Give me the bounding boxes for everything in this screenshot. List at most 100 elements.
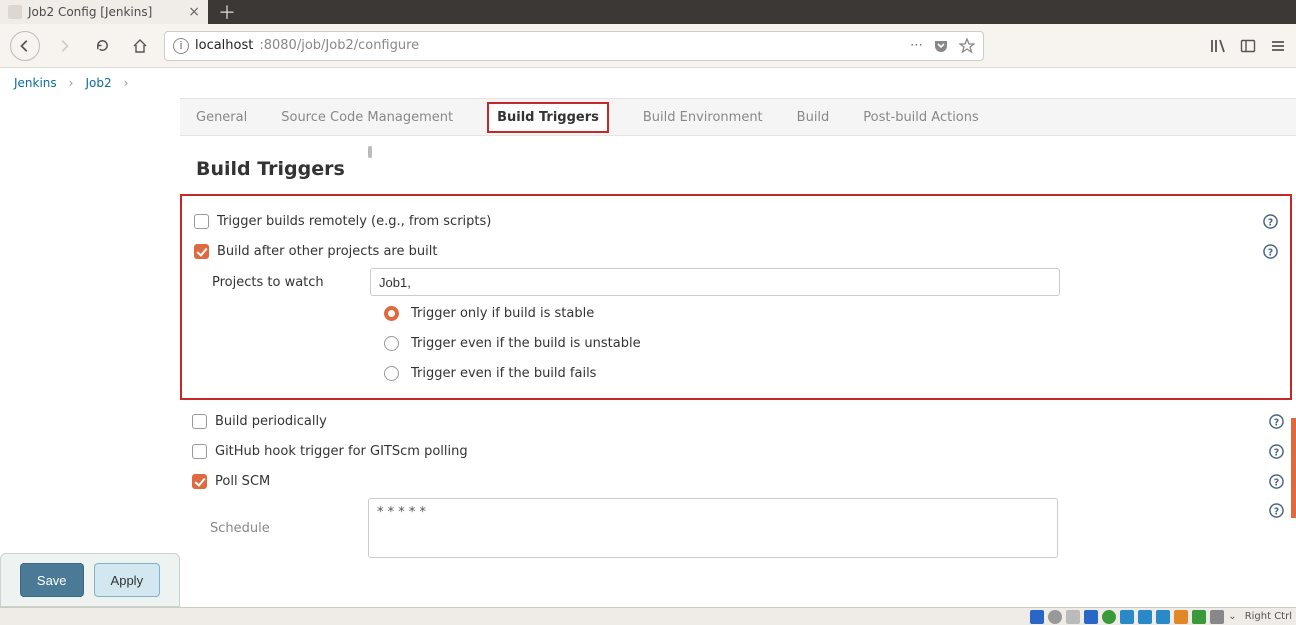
projects-to-watch-input[interactable] [370, 268, 1060, 296]
help-icon[interactable]: ? [1262, 213, 1278, 229]
menu-icon[interactable] [1270, 38, 1286, 54]
breadcrumb-job[interactable]: Job2 [85, 76, 111, 90]
vm-usb-icon [1120, 610, 1134, 624]
sidebars-icon[interactable] [1240, 38, 1256, 54]
trigger-after-projects-row: Build after other projects are built ? [194, 236, 1278, 266]
trigger-poll-scm-checkbox[interactable] [192, 474, 207, 489]
scrollbar-indicator[interactable] [1291, 418, 1296, 518]
favicon-icon [8, 5, 22, 19]
breadcrumb: Jenkins › Job2 › [0, 68, 1296, 98]
url-host: localhost [195, 38, 253, 53]
config-tabs: General Source Code Management Build Tri… [180, 98, 1296, 136]
pocket-icon[interactable] [933, 38, 949, 54]
schedule-label: Schedule [210, 521, 360, 536]
vm-cpu-icon [1192, 610, 1206, 624]
browser-right-actions [1210, 38, 1286, 54]
svg-text:?: ? [1273, 417, 1278, 428]
tab-scm[interactable]: Source Code Management [281, 110, 453, 125]
library-icon[interactable] [1210, 38, 1226, 54]
svg-text:?: ? [1273, 506, 1278, 517]
tab-title: Job2 Config [Jenkins] [28, 5, 152, 19]
chevron-right-icon: › [124, 76, 129, 90]
radio-fails-label: Trigger even if the build fails [411, 366, 596, 381]
trigger-github-hook-checkbox[interactable] [192, 444, 207, 459]
svg-text:?: ? [1267, 217, 1272, 228]
home-button[interactable] [126, 32, 154, 60]
action-bar: Save Apply [0, 553, 180, 607]
trigger-condition-stable-row: Trigger only if build is stable [384, 298, 1278, 328]
vm-shared-folder-icon [1138, 610, 1152, 624]
radio-unstable[interactable] [384, 336, 399, 351]
config-content: General Source Code Management Build Tri… [180, 98, 1296, 607]
url-bar[interactable]: i localhost :8080/job/Job2/configure ⋯ [164, 31, 984, 61]
trigger-remote-checkbox[interactable] [194, 214, 209, 229]
trigger-periodic-row: Build periodically ? [192, 406, 1284, 436]
trigger-poll-scm-row: Poll SCM ? [192, 466, 1284, 496]
tab-general[interactable]: General [196, 110, 247, 125]
close-tab-icon[interactable]: × [188, 4, 200, 20]
radio-stable[interactable] [384, 306, 399, 321]
arrow-left-icon [18, 39, 32, 53]
trigger-periodic-label: Build periodically [215, 414, 327, 429]
vm-statusbar: ⌄ Right Ctrl [0, 607, 1296, 625]
reload-icon [95, 38, 110, 53]
radio-stable-label: Trigger only if build is stable [411, 306, 594, 321]
vm-recording-icon [1174, 610, 1188, 624]
svg-text:?: ? [1273, 477, 1278, 488]
svg-text:?: ? [1273, 447, 1278, 458]
tab-post-build[interactable]: Post-build Actions [863, 110, 978, 125]
help-icon[interactable]: ? [1268, 443, 1284, 459]
window-titlebar: Job2 Config [Jenkins] × ＋ [0, 0, 1296, 24]
arrow-right-icon [57, 39, 71, 53]
projects-to-watch-label: Projects to watch [212, 275, 362, 290]
schedule-input[interactable] [368, 498, 1058, 558]
vm-display-icon [1156, 610, 1170, 624]
forward-button [50, 32, 78, 60]
trigger-remote-label: Trigger builds remotely (e.g., from scri… [217, 214, 491, 229]
help-icon[interactable]: ? [1268, 502, 1284, 518]
help-icon[interactable]: ? [1268, 413, 1284, 429]
apply-button[interactable]: Apply [94, 563, 161, 597]
vm-network-icon [1102, 610, 1116, 624]
help-icon[interactable]: ? [1262, 243, 1278, 259]
vm-mouse-icon [1210, 610, 1224, 624]
section-scroll-handle[interactable] [368, 146, 372, 158]
help-icon[interactable]: ? [1268, 473, 1284, 489]
trigger-condition-unstable-row: Trigger even if the build is unstable [384, 328, 1278, 358]
browser-toolbar: i localhost :8080/job/Job2/configure ⋯ [0, 24, 1296, 68]
save-button[interactable]: Save [20, 563, 84, 597]
reload-button[interactable] [88, 32, 116, 60]
tab-build-environment[interactable]: Build Environment [643, 110, 763, 125]
more-icon[interactable]: ⋯ [910, 38, 923, 53]
schedule-row: Schedule ? [210, 496, 1284, 560]
radio-fails[interactable] [384, 366, 399, 381]
trigger-after-projects-checkbox[interactable] [194, 244, 209, 259]
chevron-right-icon: › [69, 76, 74, 90]
trigger-poll-scm-label: Poll SCM [215, 474, 270, 489]
trigger-condition-fails-row: Trigger even if the build fails [384, 358, 1278, 388]
new-tab-button[interactable]: ＋ [208, 0, 246, 25]
tab-build-triggers[interactable]: Build Triggers [487, 102, 609, 133]
projects-to-watch-row: Projects to watch [212, 266, 1278, 298]
browser-tab[interactable]: Job2 Config [Jenkins] × [0, 0, 208, 24]
trigger-github-hook-row: GitHub hook trigger for GITScm polling ? [192, 436, 1284, 466]
highlighted-trigger-area: Trigger builds remotely (e.g., from scri… [180, 194, 1292, 400]
vm-hostkey-icon: ⌄ [1228, 611, 1236, 622]
home-icon [132, 38, 148, 54]
tab-build[interactable]: Build [797, 110, 830, 125]
url-path: :8080/job/Job2/configure [259, 38, 419, 53]
section-title: Build Triggers [196, 158, 1296, 180]
back-button[interactable] [10, 31, 40, 61]
breadcrumb-jenkins[interactable]: Jenkins [14, 76, 57, 90]
trigger-after-projects-label: Build after other projects are built [217, 244, 437, 259]
vm-hdd-icon [1030, 610, 1044, 624]
site-info-icon[interactable]: i [173, 38, 189, 54]
vm-audio-icon [1084, 610, 1098, 624]
trigger-remote-row: Trigger builds remotely (e.g., from scri… [194, 206, 1278, 236]
trigger-periodic-checkbox[interactable] [192, 414, 207, 429]
bookmark-star-icon[interactable] [959, 38, 975, 54]
vm-optical-icon [1048, 610, 1062, 624]
trigger-github-hook-label: GitHub hook trigger for GITScm polling [215, 444, 468, 459]
radio-unstable-label: Trigger even if the build is unstable [411, 336, 641, 351]
vm-hostkey-label: Right Ctrl [1245, 611, 1292, 622]
